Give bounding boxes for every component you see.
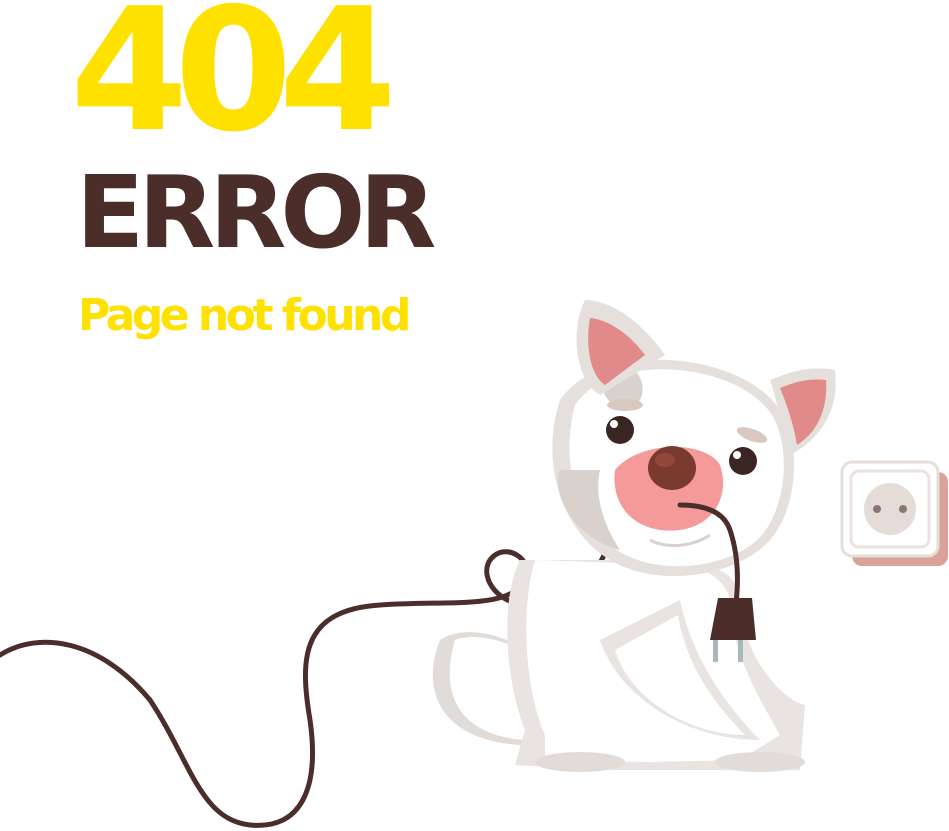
dog-icon	[432, 300, 836, 772]
dog-illustration	[0, 300, 948, 828]
power-outlet-icon	[840, 460, 948, 566]
